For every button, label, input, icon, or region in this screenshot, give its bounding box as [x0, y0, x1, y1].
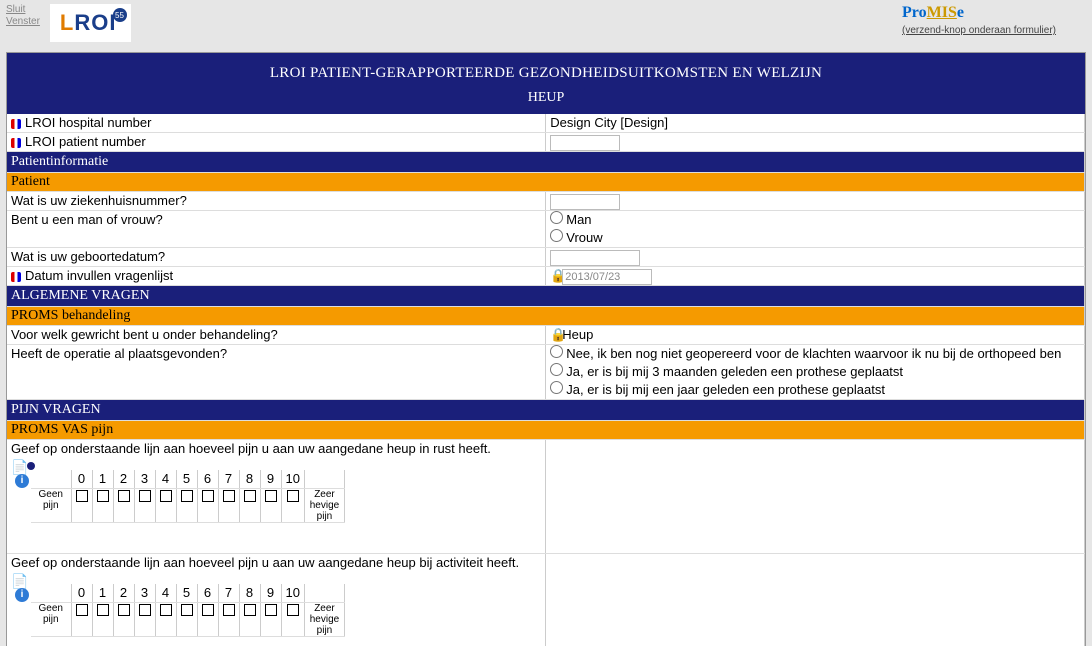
scale-checkbox[interactable]	[244, 604, 256, 616]
scale-checkbox[interactable]	[223, 604, 235, 616]
scale-number: 8	[239, 470, 260, 489]
info-icon[interactable]: i	[15, 474, 29, 488]
info-icon[interactable]: i	[15, 588, 29, 602]
scale-number: 5	[176, 584, 197, 603]
scale-number: 1	[92, 470, 113, 489]
scale-checkbox[interactable]	[202, 604, 214, 616]
scale-checkbox[interactable]	[139, 490, 151, 502]
submit-hint-link[interactable]: (verzend-knop onderaan formulier)	[902, 25, 1056, 36]
scale-number: 2	[113, 584, 134, 603]
scale-number: 6	[197, 470, 218, 489]
flag-icon	[11, 138, 21, 148]
q-pain-rest: Geef op onderstaande lijn aan hoeveel pi…	[7, 440, 546, 554]
lock-icon: 🔒	[550, 326, 560, 344]
row-hospital-number-label: LROI hospital number	[7, 114, 546, 133]
op-option-3[interactable]: Ja, er is bij mij een jaar geleden een p…	[550, 381, 1080, 399]
scale-number: 10	[281, 470, 304, 489]
scale-number: 9	[260, 470, 281, 489]
scale-checkbox[interactable]	[202, 490, 214, 502]
logo-badge-icon: 55	[113, 8, 127, 22]
dot-icon	[27, 462, 35, 470]
close-window-link[interactable]: Sluit Venster	[6, 4, 40, 28]
scale-checkbox[interactable]	[181, 490, 193, 502]
subsection-vas-pain: PROMS VAS pijn	[7, 421, 1084, 439]
scale-cap-right: Zeerhevigepijn	[304, 489, 344, 523]
filldate-input[interactable]	[562, 269, 652, 285]
scale-number: 3	[134, 584, 155, 603]
scale-checkbox[interactable]	[244, 490, 256, 502]
row-hospital-number-value: Design City [Design]	[546, 114, 1085, 133]
gender-female-option[interactable]: Vrouw	[550, 229, 1080, 247]
scale-number: 2	[113, 470, 134, 489]
scale-checkbox[interactable]	[97, 604, 109, 616]
op-option-2[interactable]: Ja, er is bij mij 3 maanden geleden een …	[550, 363, 1080, 381]
patient-number-input[interactable]	[550, 135, 620, 151]
q-gender: Bent u een man of vrouw?	[7, 211, 546, 248]
gender-male-option[interactable]: Man	[550, 211, 1080, 229]
section-general: ALGEMENE VRAGEN	[7, 286, 1084, 306]
scale-checkbox[interactable]	[76, 490, 88, 502]
row-patient-number-label: LROI patient number	[7, 133, 546, 152]
scale-cap-left: Geenpijn	[31, 603, 71, 637]
section-pain: PIJN VRAGEN	[7, 400, 1084, 420]
scale-checkbox[interactable]	[265, 490, 277, 502]
scale-checkbox[interactable]	[118, 490, 130, 502]
scale-number: 6	[197, 584, 218, 603]
scale-checkbox[interactable]	[181, 604, 193, 616]
scale-checkbox[interactable]	[287, 490, 299, 502]
scale-number: 0	[71, 470, 92, 489]
section-patientinfo: Patientinformatie	[7, 152, 1084, 172]
q-joint: Voor welk gewricht bent u onder behandel…	[7, 326, 546, 345]
scale-checkbox[interactable]	[76, 604, 88, 616]
scale-checkbox[interactable]	[118, 604, 130, 616]
scale-checkbox[interactable]	[160, 490, 172, 502]
vas-scale-activity[interactable]: 📄 i 012345678910GeenpijnZeerhevigepijn	[7, 572, 545, 646]
close-line1: Sluit	[6, 4, 40, 16]
scale-number: 7	[218, 584, 239, 603]
dob-input[interactable]	[550, 250, 640, 266]
subsection-patient: Patient	[7, 173, 1084, 191]
form-title: LROI PATIENT-GERAPPORTEERDE GEZONDHEIDSU…	[15, 65, 1077, 82]
scale-number: 4	[155, 584, 176, 603]
scale-number: 9	[260, 584, 281, 603]
form-subtitle: HEUP	[15, 90, 1077, 106]
scale-number: 5	[176, 470, 197, 489]
joint-value: 🔒Heup	[546, 326, 1085, 345]
scale-number: 1	[92, 584, 113, 603]
form-title-band: LROI PATIENT-GERAPPORTEERDE GEZONDHEIDSU…	[7, 53, 1085, 114]
scale-number: 4	[155, 470, 176, 489]
q-pain-activity: Geef op onderstaande lijn aan hoeveel pi…	[7, 554, 546, 646]
scale-cap-left: Geenpijn	[31, 489, 71, 523]
hospital-number-input[interactable]	[550, 194, 620, 210]
q-operated: Heeft de operatie al plaatsgevonden?	[7, 345, 546, 400]
scale-checkbox[interactable]	[287, 604, 299, 616]
q-filldate: Datum invullen vragenlijst	[7, 267, 546, 286]
scale-number: 0	[71, 584, 92, 603]
scale-number: 7	[218, 470, 239, 489]
lroi-logo: LROI 55	[50, 4, 131, 42]
scale-checkbox[interactable]	[160, 604, 172, 616]
lock-icon: 🔒	[550, 267, 560, 285]
scale-number: 3	[134, 470, 155, 489]
scale-checkbox[interactable]	[223, 490, 235, 502]
scale-checkbox[interactable]	[97, 490, 109, 502]
scale-checkbox[interactable]	[265, 604, 277, 616]
vas-scale-rest[interactable]: 📄 i 012345678910GeenpijnZeerhevigepijn	[7, 458, 545, 553]
q-dob: Wat is uw geboortedatum?	[7, 248, 546, 267]
close-line2: Venster	[6, 16, 40, 28]
scale-number: 8	[239, 584, 260, 603]
scale-number: 10	[281, 584, 304, 603]
scale-checkbox[interactable]	[139, 604, 151, 616]
q-hospital-number: Wat is uw ziekenhuisnummer?	[7, 192, 546, 211]
promise-logo: ProMISe	[902, 4, 1056, 22]
scale-cap-right: Zeerhevigepijn	[304, 603, 344, 637]
op-option-1[interactable]: Nee, ik ben nog niet geopereerd voor de …	[550, 345, 1080, 363]
flag-icon	[11, 272, 21, 282]
flag-icon	[11, 119, 21, 129]
subsection-proms-treatment: PROMS behandeling	[7, 307, 1084, 325]
